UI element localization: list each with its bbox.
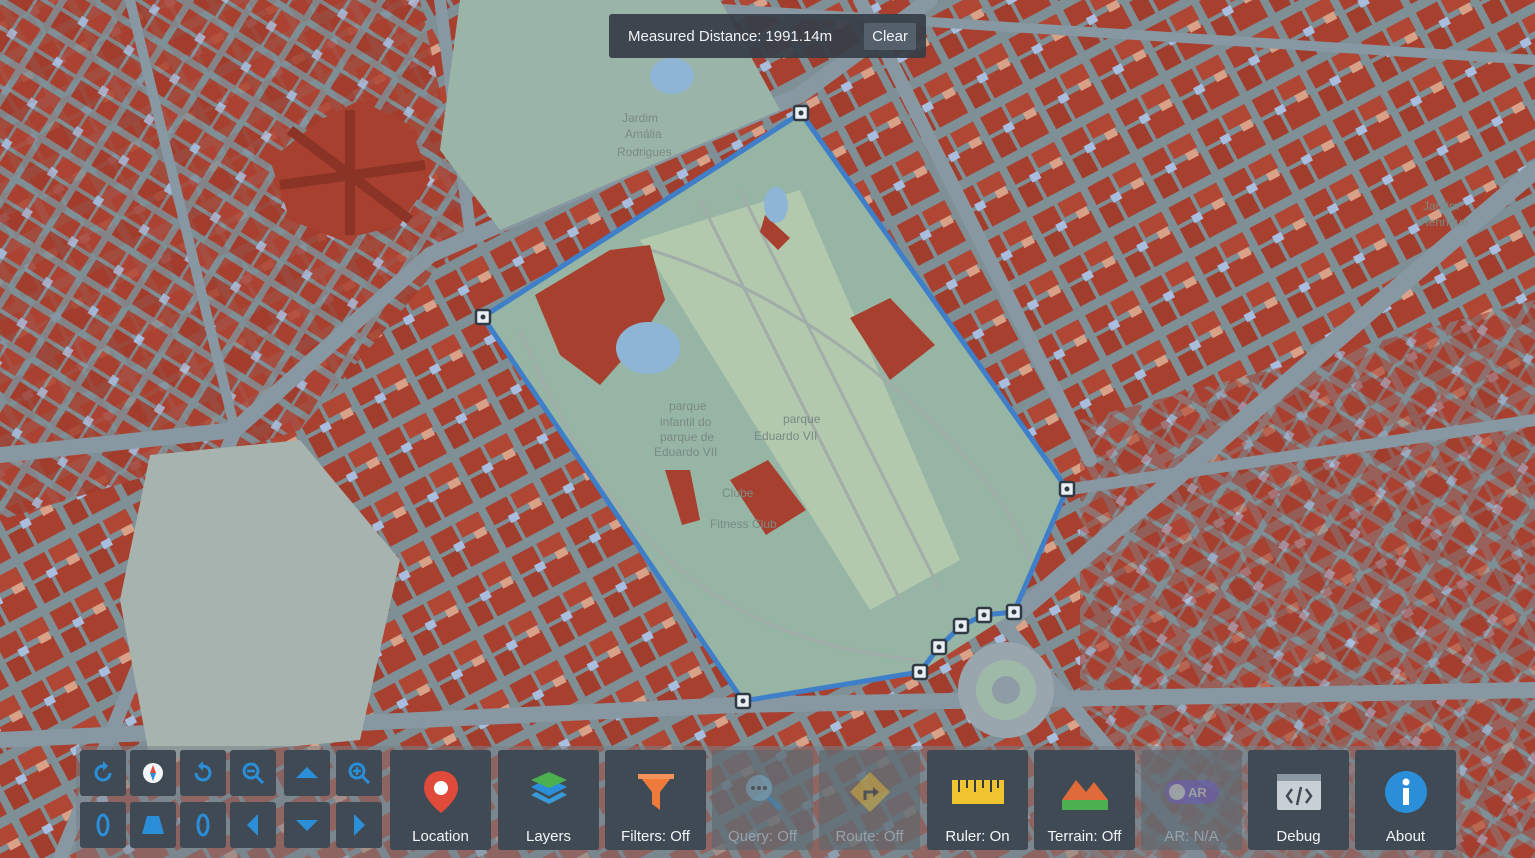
map-view[interactable]: Jardim Amália Rodrigues parque infantil …	[0, 0, 1535, 858]
layers-icon	[498, 768, 599, 816]
ar-label: AR: N/A	[1164, 828, 1219, 845]
pan-up-button[interactable]	[284, 750, 330, 796]
measurement-panel: Measured Distance: 1991.14m Clear	[609, 14, 926, 58]
route-icon	[819, 768, 920, 816]
park-label-3: Rodrigues	[617, 145, 672, 159]
route-label: Route: Off	[835, 828, 904, 845]
park-label-11: Fitness Club	[710, 517, 777, 531]
arrow-down-icon	[296, 820, 318, 831]
orbit-right-button[interactable]	[180, 802, 226, 848]
ruler-button[interactable]: Ruler: On	[927, 750, 1028, 850]
location-label: Location	[412, 828, 469, 845]
filters-button[interactable]: Filters: Off	[605, 750, 706, 850]
debug-button[interactable]: Debug	[1248, 750, 1349, 850]
query-button[interactable]: Query: Off	[712, 750, 813, 850]
arrow-up-icon	[296, 767, 318, 778]
layers-button[interactable]: Layers	[498, 750, 599, 850]
ar-button[interactable]: AR AR: N/A	[1141, 750, 1242, 850]
rotate-right-button[interactable]	[180, 750, 226, 796]
about-button[interactable]: About	[1355, 750, 1456, 850]
ruler-label: Ruler: On	[945, 828, 1010, 845]
park-label-8: parque	[783, 412, 821, 426]
location-button[interactable]: Location	[390, 750, 491, 850]
compass-icon	[143, 763, 163, 783]
park-label-9: Eduardo VII	[754, 429, 817, 443]
park-label-4: parque	[669, 399, 707, 413]
pan-right-button[interactable]	[336, 802, 382, 848]
info-icon	[1355, 768, 1456, 816]
query-label: Query: Off	[728, 828, 797, 845]
location-pin-icon	[390, 768, 491, 816]
tilt-button[interactable]	[130, 802, 176, 848]
zoom-out-button[interactable]	[230, 750, 276, 796]
ar-toggle-icon: AR	[1141, 768, 1242, 816]
arrow-right-icon	[354, 814, 365, 836]
terrain-label: Terrain: Off	[1047, 828, 1122, 845]
filters-label: Filters: Off	[621, 828, 690, 845]
measured-distance-value: 1991.14m	[765, 27, 833, 45]
park-label-12: Jardim	[1423, 199, 1459, 213]
orbit-left-button[interactable]	[80, 802, 126, 848]
zoom-in-icon	[348, 762, 371, 785]
rotate-left-icon	[94, 761, 112, 782]
park-label-1: Jardim	[622, 111, 658, 125]
debug-label: Debug	[1276, 828, 1321, 845]
park-label-7: Eduardo VII	[654, 445, 717, 459]
rotate-right-icon	[194, 761, 212, 782]
measured-distance-label: Measured Distance:	[628, 27, 762, 45]
pan-down-button[interactable]	[284, 802, 330, 848]
zoom-out-icon	[242, 762, 265, 785]
park-label-2: Amália	[625, 127, 662, 141]
about-label: About	[1385, 828, 1426, 845]
ar-badge: AR	[1188, 785, 1207, 800]
compass-button[interactable]	[130, 750, 176, 796]
terrain-icon	[1034, 768, 1135, 816]
query-icon	[712, 768, 813, 816]
filter-icon	[605, 768, 706, 816]
ruler-icon	[927, 768, 1028, 816]
code-window-icon	[1248, 768, 1349, 816]
park-label-13: Henrique	[1420, 215, 1469, 229]
measured-distance-text: Measured Distance: 1991.14m	[628, 28, 832, 45]
rotate-left-button[interactable]	[80, 750, 126, 796]
arrow-left-icon	[247, 814, 258, 836]
park-label-10: Clube	[722, 486, 754, 500]
park-label-5: infantil do	[660, 415, 712, 429]
park-label-6: parque de	[660, 430, 714, 444]
layers-label: Layers	[525, 828, 572, 845]
route-button[interactable]: Route: Off	[819, 750, 920, 850]
tilt-icon	[142, 816, 164, 834]
terrain-button[interactable]: Terrain: Off	[1034, 750, 1135, 850]
orbit-left-icon	[96, 813, 110, 837]
clear-button[interactable]: Clear	[864, 22, 916, 50]
pan-left-button[interactable]	[230, 802, 276, 848]
orbit-right-icon	[196, 813, 210, 837]
zoom-in-button[interactable]	[336, 750, 382, 796]
toolbar: Location Layers Filters: Off Query: Off …	[76, 746, 1460, 858]
